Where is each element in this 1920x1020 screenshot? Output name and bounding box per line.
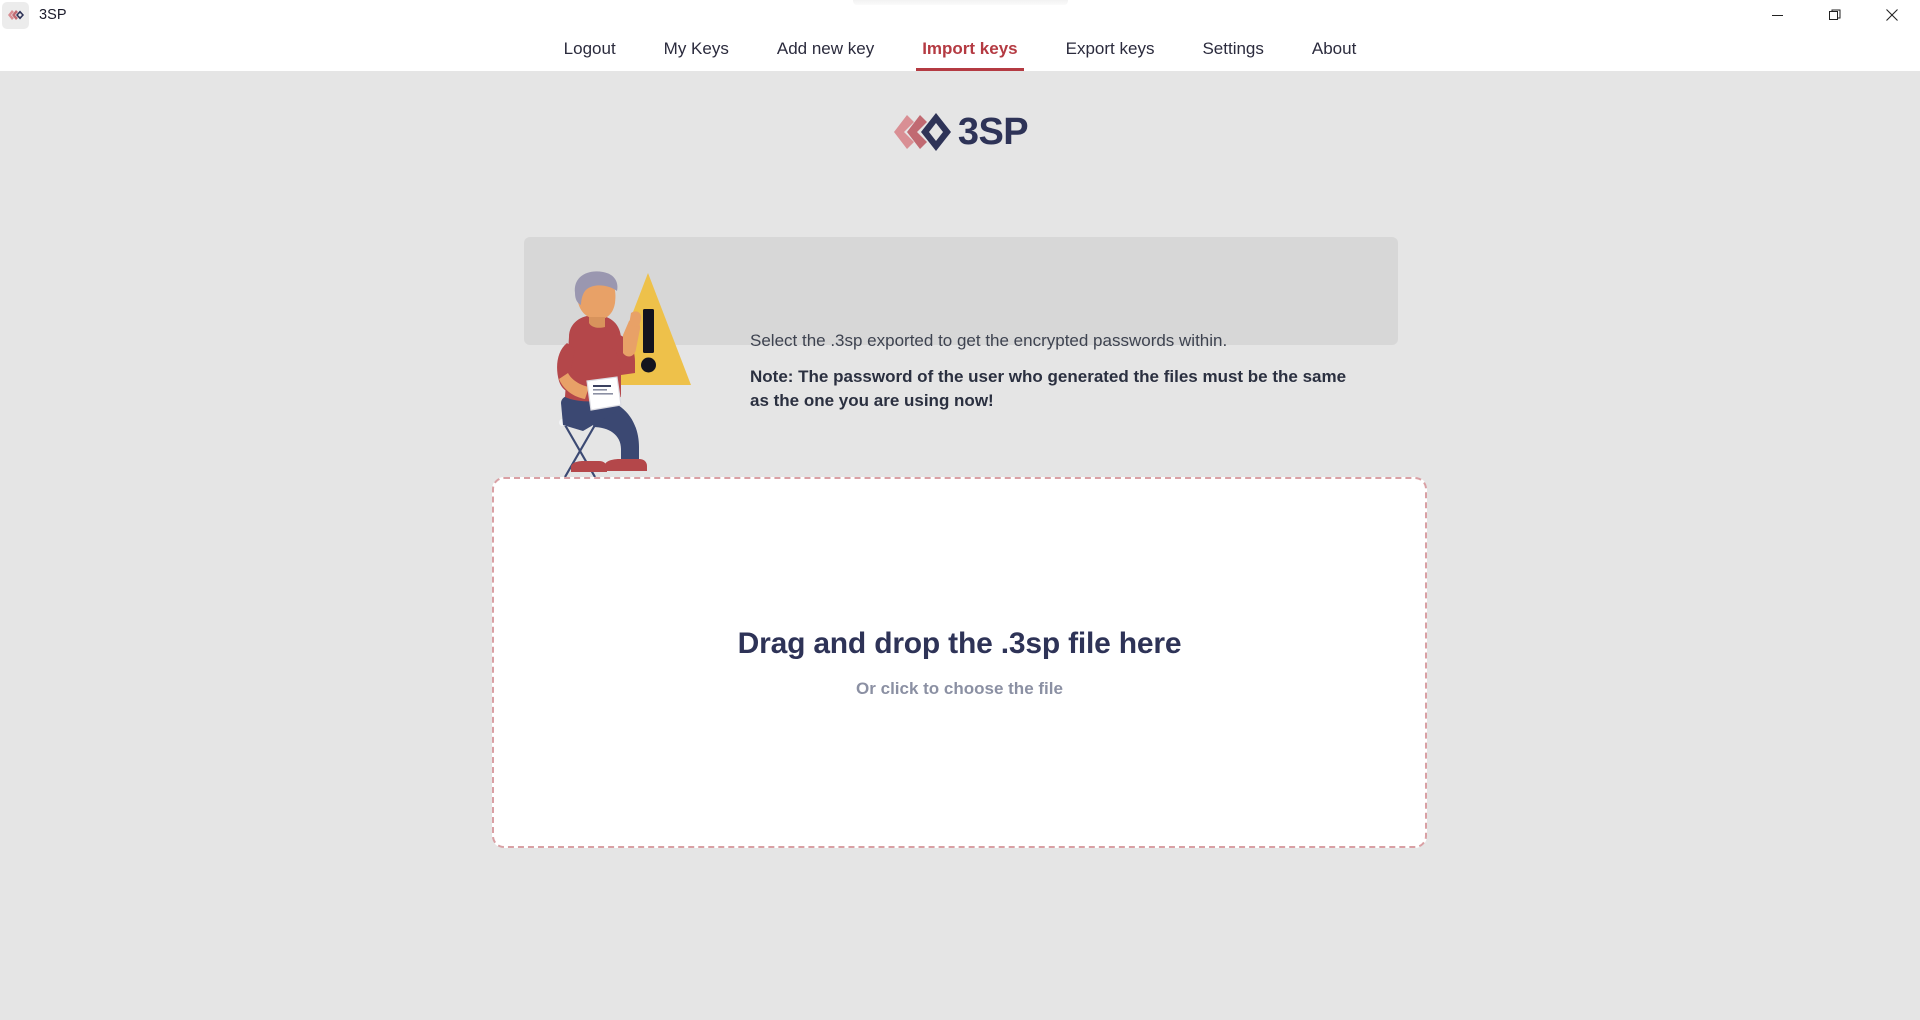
file-dropzone[interactable]: Drag and drop the .3sp file here Or clic… bbox=[492, 477, 1427, 848]
minimize-icon bbox=[1772, 14, 1783, 16]
close-button[interactable] bbox=[1863, 0, 1920, 30]
notice-warning: Note: The password of the user who gener… bbox=[750, 366, 1347, 411]
restore-button[interactable] bbox=[1806, 0, 1863, 30]
notice-instruction: Select the .3sp exported to get the encr… bbox=[750, 331, 1228, 350]
dropzone-title: Drag and drop the .3sp file here bbox=[737, 626, 1182, 660]
nav-item-settings[interactable]: Settings bbox=[1178, 30, 1287, 71]
window-title: 3SP bbox=[39, 7, 67, 23]
brand-name: 3SP bbox=[957, 111, 1029, 153]
nav-item-logout[interactable]: Logout bbox=[540, 30, 640, 71]
notice-text-block: Select the .3sp exported to get the encr… bbox=[750, 329, 1370, 414]
window-drag-handle[interactable] bbox=[853, 0, 1068, 5]
dropzone-subtitle: Or click to choose the file bbox=[856, 678, 1063, 698]
window-titlebar[interactable]: 3SP bbox=[0, 0, 1920, 30]
3sp-logo-icon bbox=[8, 10, 24, 20]
brand-logo: 3SP bbox=[0, 111, 1920, 153]
restore-icon bbox=[1828, 9, 1840, 20]
main-navigation: Logout My Keys Add new key Import keys E… bbox=[0, 30, 1920, 71]
nav-item-export-keys[interactable]: Export keys bbox=[1042, 30, 1179, 71]
close-icon bbox=[1885, 9, 1898, 21]
nav-item-import-keys[interactable]: Import keys bbox=[898, 30, 1041, 71]
nav-item-my-keys[interactable]: My Keys bbox=[640, 30, 753, 71]
nav-item-about[interactable]: About bbox=[1288, 30, 1380, 71]
nav-item-add-new-key[interactable]: Add new key bbox=[753, 30, 898, 71]
chevron-diamond-logo-icon bbox=[893, 113, 951, 151]
page-content: 3SP Select the .3sp exported to get the … bbox=[0, 71, 1920, 1020]
minimize-button[interactable] bbox=[1749, 0, 1806, 30]
app-icon bbox=[2, 1, 29, 29]
window-controls bbox=[1749, 0, 1920, 30]
